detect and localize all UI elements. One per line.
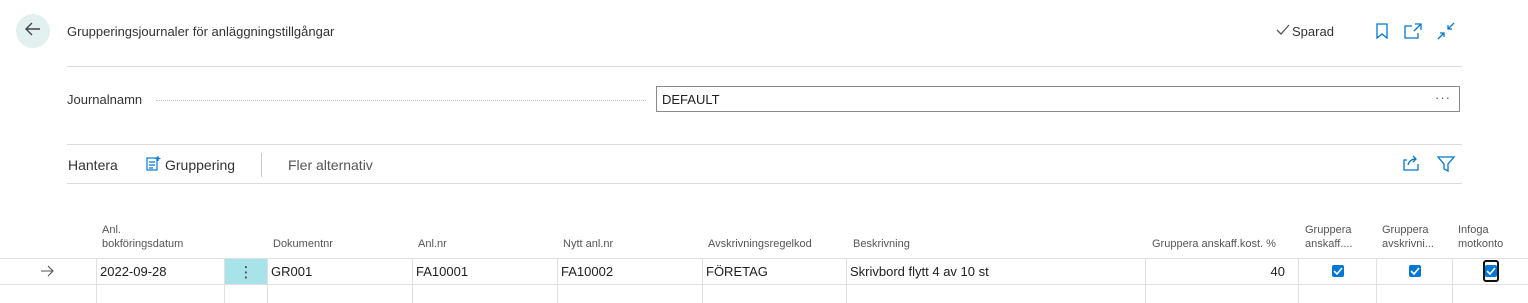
journal-name-value: DEFAULT [662, 91, 720, 107]
column-divider [846, 258, 847, 303]
action-separator [261, 153, 262, 177]
saved-label: Sparad [1292, 24, 1334, 39]
col-header-insert-bal-line2: motkonto [1458, 238, 1504, 250]
manage-action[interactable]: Hantera [68, 157, 118, 173]
more-options-action[interactable]: Fler alternativ [288, 157, 373, 173]
column-divider [96, 258, 97, 303]
journal-name-field[interactable]: DEFAULT ··· [656, 86, 1460, 112]
group-acq-checkbox[interactable] [1332, 265, 1344, 277]
cell-posting-date[interactable]: 2022-09-28 [100, 264, 167, 279]
col-header-group-depr-line1: Gruppera [1382, 224, 1429, 236]
cell-acq-cost-pct[interactable]: 40 [1150, 264, 1285, 279]
current-row-arrow-icon [40, 264, 54, 282]
column-divider [412, 258, 413, 303]
col-header-depreciation-code[interactable]: Avskrivningsregelkod [708, 237, 812, 251]
collapse-icon[interactable] [1436, 21, 1456, 41]
column-divider [702, 258, 703, 303]
column-divider [1376, 258, 1377, 303]
cell-depreciation-code[interactable]: FÖRETAG [706, 264, 768, 279]
open-new-window-icon[interactable] [1403, 21, 1423, 41]
insert-bal-checkbox[interactable] [1485, 265, 1497, 277]
column-divider [557, 258, 558, 303]
col-header-group-acq[interactable]: Gruppera anskaff.... [1305, 223, 1353, 251]
page-title: Grupperingsjournaler för anläggningstill… [67, 24, 335, 39]
col-header-insert-bal[interactable]: Infoga motkonto [1458, 223, 1503, 251]
check-icon [1276, 24, 1290, 39]
bookmark-icon[interactable] [1372, 21, 1392, 41]
filter-icon[interactable] [1436, 156, 1456, 177]
group-depr-checkbox[interactable] [1409, 265, 1421, 277]
col-header-insert-bal-line1: Infoga [1458, 224, 1489, 236]
lookup-more-button[interactable]: ··· [1435, 90, 1451, 105]
cell-document-no[interactable]: GR001 [271, 264, 312, 279]
col-header-posting-date[interactable]: Anl. bokföringsdatum [102, 223, 183, 251]
column-divider [1145, 258, 1146, 303]
back-arrow-icon [25, 22, 41, 41]
col-header-group-depr-line2: avskrivni... [1382, 238, 1434, 250]
field-leader-dots [156, 100, 646, 101]
col-header-document-no[interactable]: Dokumentnr [273, 237, 333, 251]
column-divider [1298, 258, 1299, 303]
row-actions-button[interactable]: ⋮ [225, 259, 267, 284]
saved-status: Sparad [1276, 24, 1334, 39]
col-header-posting-date-line1: Anl. [102, 224, 121, 236]
col-header-description[interactable]: Beskrivning [853, 237, 910, 251]
col-header-fa-no[interactable]: Anl.nr [418, 237, 447, 251]
back-button[interactable] [16, 14, 50, 48]
col-header-acq-cost-pct[interactable]: Gruppera anskaff.kost. % [1152, 237, 1276, 251]
actions-bottom-divider [67, 183, 1462, 184]
insert-bal-checkbox-focus[interactable] [1483, 260, 1499, 282]
cell-fa-no[interactable]: FA10001 [416, 264, 468, 279]
share-icon[interactable] [1403, 155, 1421, 176]
cell-description[interactable]: Skrivbord flytt 4 av 10 st [850, 264, 989, 279]
column-divider [1452, 258, 1453, 303]
grouping-label: Gruppering [165, 156, 236, 173]
header-divider [67, 66, 1462, 67]
grouping-action[interactable]: Gruppering [146, 155, 235, 174]
col-header-new-fa-no[interactable]: Nytt anl.nr [563, 237, 613, 251]
grouping-icon [146, 155, 161, 174]
col-header-posting-date-line2: bokföringsdatum [102, 238, 184, 250]
col-header-group-depr[interactable]: Gruppera avskrivni... [1382, 223, 1434, 251]
column-divider [267, 258, 268, 303]
journal-name-label: Journalnamn [67, 92, 143, 107]
cell-new-fa-no[interactable]: FA10002 [561, 264, 613, 279]
actions-top-divider [67, 144, 1462, 145]
col-header-group-acq-line1: Gruppera [1305, 224, 1352, 236]
col-header-group-acq-line2: anskaff.... [1305, 238, 1353, 250]
